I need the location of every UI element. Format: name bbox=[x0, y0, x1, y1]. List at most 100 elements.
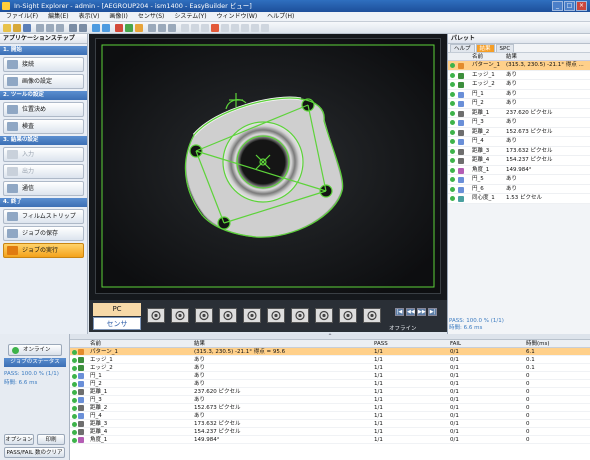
sensor-button[interactable]: センサ bbox=[93, 317, 141, 330]
palette-row[interactable]: 円_5 あり bbox=[448, 175, 590, 185]
results-row[interactable]: エッジ_1 あり 1/1 0/1 0.1 bbox=[70, 356, 590, 364]
step-communication[interactable]: 通信 bbox=[3, 181, 84, 196]
step-save-job[interactable]: ジョブの保存 bbox=[3, 226, 84, 241]
palette-row[interactable]: 円_1 あり bbox=[448, 89, 590, 99]
previous-frame-button[interactable]: ◀◀ bbox=[406, 308, 415, 316]
step-inspect[interactable]: 検査 bbox=[3, 119, 84, 134]
connect-icon[interactable] bbox=[92, 24, 100, 32]
online-icon[interactable] bbox=[135, 24, 143, 32]
palette-row[interactable]: エッジ_1 あり bbox=[448, 70, 590, 80]
zoom-out-icon[interactable] bbox=[158, 24, 166, 32]
filmstrip-frame[interactable] bbox=[219, 308, 237, 323]
filmstrip-frame[interactable] bbox=[243, 308, 261, 323]
results-row[interactable]: 距離_3 173.632 ピクセル 1/1 0/1 0 bbox=[70, 420, 590, 428]
pass-status-icon bbox=[450, 120, 455, 125]
cut-icon[interactable] bbox=[36, 24, 44, 32]
undo-icon[interactable] bbox=[69, 24, 77, 32]
record-icon[interactable] bbox=[221, 24, 229, 32]
tab-help[interactable]: ヘルプ bbox=[450, 44, 475, 52]
results-row[interactable]: パターン_1 (315.3, 230.5) -21.1° 得点 = 95.6 1/1… bbox=[70, 348, 590, 356]
results-row[interactable]: 円_3 あり 1/1 0/1 0 bbox=[70, 396, 590, 404]
filmstrip-frame[interactable] bbox=[171, 308, 189, 323]
tab-spc[interactable]: SPC bbox=[495, 44, 515, 52]
graphics-icon[interactable] bbox=[201, 24, 209, 32]
results-row[interactable]: 角度_1 149.984° 1/1 0/1 0 bbox=[70, 436, 590, 444]
results-row[interactable]: 距離_4 154.237 ピクセル 1/1 0/1 0 bbox=[70, 428, 590, 436]
step-image-setup[interactable]: 画像の設定 bbox=[3, 74, 84, 89]
results-row[interactable]: エッジ_2 あり 1/1 0/1 0.1 bbox=[70, 364, 590, 372]
playback-icon[interactable] bbox=[231, 24, 239, 32]
settings-icon[interactable] bbox=[251, 24, 259, 32]
live-icon[interactable] bbox=[125, 24, 133, 32]
zoom-fit-icon[interactable] bbox=[168, 24, 176, 32]
close-button[interactable]: × bbox=[576, 1, 587, 11]
filmstrip-frame[interactable] bbox=[291, 308, 309, 323]
step-outputs[interactable]: 出力 bbox=[3, 164, 84, 179]
results-row-name: 円_2 bbox=[90, 381, 102, 387]
image-display[interactable] bbox=[95, 38, 441, 294]
menu-file[interactable]: ファイル(F) bbox=[6, 12, 38, 21]
menu-help[interactable]: ヘルプ(H) bbox=[267, 12, 294, 21]
menu-system[interactable]: システム(Y) bbox=[174, 12, 206, 21]
step-run-job[interactable]: ジョブの実行 bbox=[3, 243, 84, 258]
save-icon[interactable] bbox=[23, 24, 31, 32]
zoom-in-icon[interactable] bbox=[148, 24, 156, 32]
step-connect[interactable]: 接続 bbox=[3, 57, 84, 72]
palette-row[interactable]: パターン_1 (315.3, 230.5) -21.1° 得点 ... bbox=[448, 61, 590, 71]
filmstrip-frame[interactable] bbox=[147, 308, 165, 323]
palette-row[interactable]: 距離_2 152.673 ピクセル bbox=[448, 127, 590, 137]
clear-counts-button[interactable]: PASS/FAIL 数のクリア bbox=[4, 447, 65, 458]
palette-row[interactable]: 距離_1 237.620 ピクセル bbox=[448, 108, 590, 118]
menu-view[interactable]: 表示(V) bbox=[79, 12, 100, 21]
menu-sensor[interactable]: センサ(S) bbox=[138, 12, 165, 21]
menu-edit[interactable]: 編集(E) bbox=[48, 12, 68, 21]
palette-row[interactable]: 円_4 あり bbox=[448, 137, 590, 147]
step-filmstrip[interactable]: フィルムストリップ bbox=[3, 209, 84, 224]
step-inputs[interactable]: 入力 bbox=[3, 147, 84, 162]
redo-icon[interactable] bbox=[79, 24, 87, 32]
help-icon[interactable] bbox=[261, 24, 269, 32]
palette-row[interactable]: 円_2 あり bbox=[448, 99, 590, 109]
palette-row[interactable]: 円_6 あり bbox=[448, 184, 590, 194]
highlight-icon[interactable] bbox=[211, 24, 219, 32]
grid-icon[interactable] bbox=[181, 24, 189, 32]
open-icon[interactable] bbox=[13, 24, 21, 32]
filmstrip-frame[interactable] bbox=[363, 308, 381, 323]
palette-row[interactable]: 同心度_1 1.53 ピクセル bbox=[448, 194, 590, 204]
results-row[interactable]: 円_1 あり 1/1 0/1 0 bbox=[70, 372, 590, 380]
results-col-result: 結果 bbox=[194, 341, 206, 347]
maximize-button[interactable]: □ bbox=[564, 1, 575, 11]
next-frame-button[interactable]: ▶▶ bbox=[417, 308, 426, 316]
filmstrip-frame[interactable] bbox=[267, 308, 285, 323]
minimize-button[interactable]: _ bbox=[552, 1, 563, 11]
overlay-icon[interactable] bbox=[191, 24, 199, 32]
new-icon[interactable] bbox=[3, 24, 11, 32]
menu-image[interactable]: 画像(I) bbox=[109, 12, 127, 21]
palette-row[interactable]: 距離_3 173.632 ピクセル bbox=[448, 146, 590, 156]
tab-results[interactable]: 結果 bbox=[475, 44, 495, 52]
options-button[interactable]: オプション bbox=[4, 434, 34, 445]
spreadsheet-icon[interactable] bbox=[241, 24, 249, 32]
copy-icon[interactable] bbox=[46, 24, 54, 32]
first-frame-button[interactable]: |◀ bbox=[395, 308, 404, 316]
results-row[interactable]: 距離_2 152.673 ピクセル 1/1 0/1 0 bbox=[70, 404, 590, 412]
sensor-icon[interactable] bbox=[102, 24, 110, 32]
results-row[interactable]: 円_4 あり 1/1 0/1 0 bbox=[70, 412, 590, 420]
filmstrip-frame[interactable] bbox=[195, 308, 213, 323]
last-frame-button[interactable]: ▶| bbox=[428, 308, 437, 316]
filmstrip-frame[interactable] bbox=[339, 308, 357, 323]
pc-button[interactable]: PC bbox=[93, 303, 141, 316]
step-locate[interactable]: 位置決め bbox=[3, 102, 84, 117]
palette-row[interactable]: 距離_4 154.237 ピクセル bbox=[448, 156, 590, 166]
paste-icon[interactable] bbox=[56, 24, 64, 32]
menu-window[interactable]: ウィンドウ(W) bbox=[217, 12, 258, 21]
trigger-icon[interactable] bbox=[115, 24, 123, 32]
palette-row[interactable]: エッジ_2 あり bbox=[448, 80, 590, 90]
filmstrip-frame[interactable] bbox=[315, 308, 333, 323]
palette-row[interactable]: 角度_1 149.984° bbox=[448, 165, 590, 175]
online-button[interactable]: オンライン bbox=[8, 344, 62, 356]
palette-row[interactable]: 円_3 あり bbox=[448, 118, 590, 128]
print-button[interactable]: 印刷 bbox=[37, 434, 65, 445]
results-row[interactable]: 円_2 あり 1/1 0/1 0 bbox=[70, 380, 590, 388]
results-row[interactable]: 距離_1 237.620 ピクセル 1/1 0/1 0 bbox=[70, 388, 590, 396]
